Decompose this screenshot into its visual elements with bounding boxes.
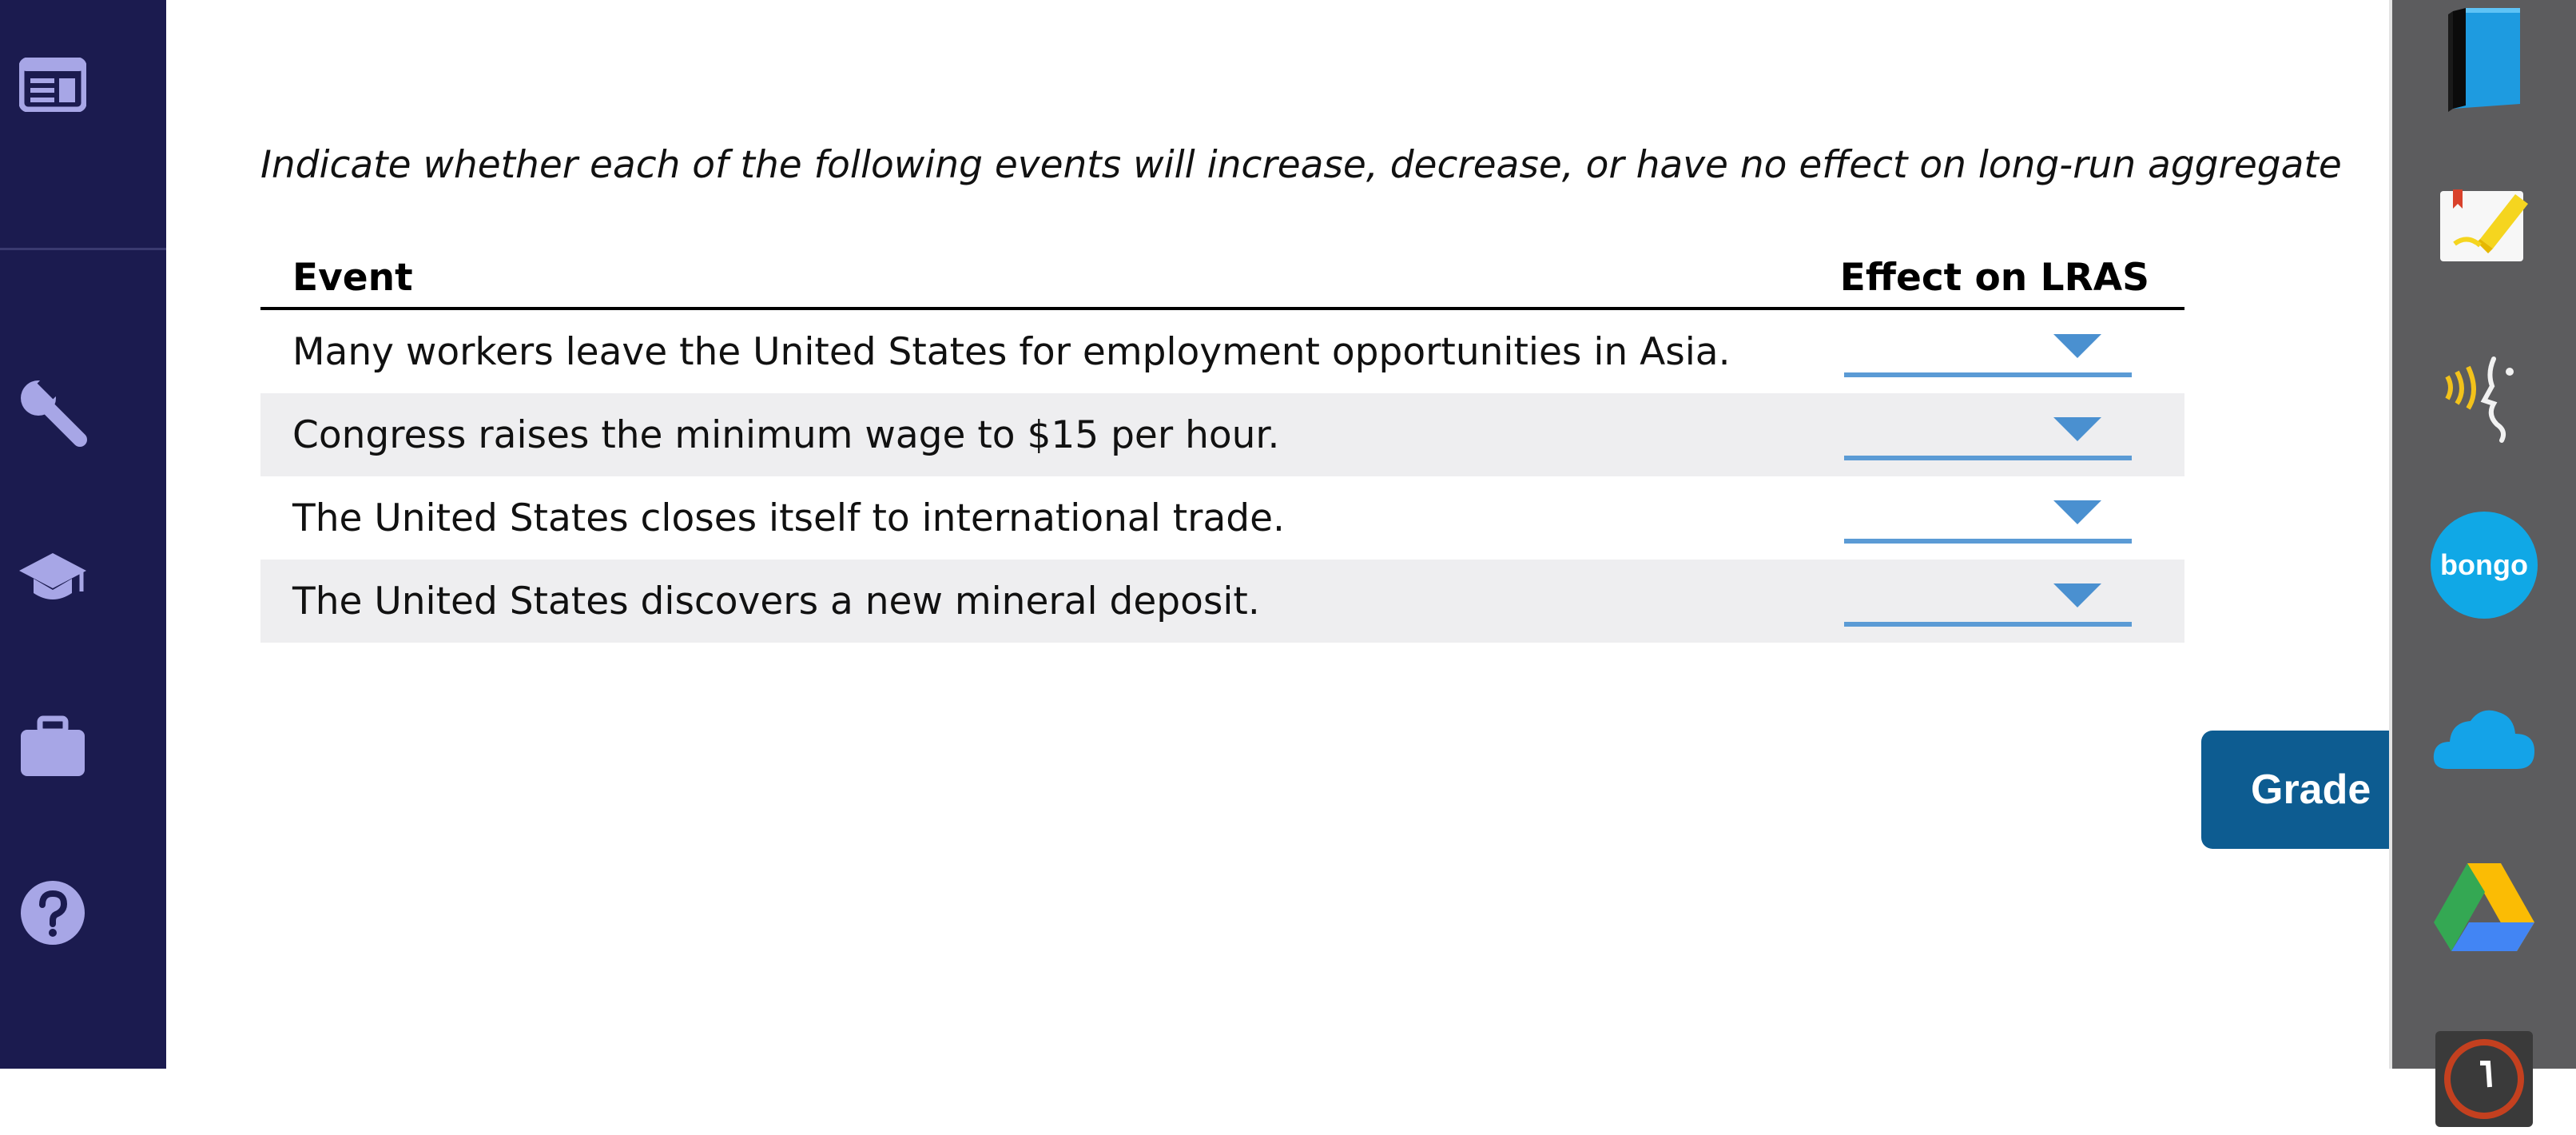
effect-column-header: Effect on LRAS	[1796, 248, 2184, 310]
nav-divider	[0, 248, 166, 250]
caret-down-icon	[2053, 334, 2101, 358]
google-drive-app[interactable]	[2424, 847, 2544, 967]
event-text: Many workers leave the United States for…	[292, 329, 1731, 374]
graduation-cap-icon	[19, 553, 86, 599]
table-row: The United States discovers a new minera…	[260, 560, 2184, 643]
read-aloud-app[interactable]	[2424, 339, 2544, 459]
partial-app-icon	[2435, 1031, 2533, 1127]
briefcase-icon	[21, 715, 85, 776]
event-text: The United States closes itself to inter…	[292, 496, 1285, 540]
book-app[interactable]	[2424, 0, 2544, 120]
effect-dropdown[interactable]	[1844, 492, 2132, 544]
caret-down-icon	[2053, 417, 2101, 441]
left-navigation-rail	[0, 0, 166, 1069]
table-row: Congress raises the minimum wage to $15 …	[260, 393, 2184, 476]
onedrive-app[interactable]	[2424, 676, 2544, 796]
news-icon	[19, 58, 86, 112]
learning-button[interactable]	[14, 540, 91, 617]
effect-cell	[1796, 309, 2184, 393]
bongo-app[interactable]: bongo	[2424, 505, 2544, 625]
partial-app[interactable]	[2424, 1015, 2544, 1135]
event-column-header: Event	[260, 248, 1796, 310]
wrench-icon	[21, 377, 87, 447]
bongo-label: bongo	[2440, 548, 2528, 581]
effect-dropdown[interactable]	[1844, 326, 2132, 377]
onedrive-cloud-icon	[2433, 710, 2534, 769]
app-dock: bongo	[2389, 0, 2576, 1127]
effect-cell	[1796, 560, 2184, 643]
tools-button[interactable]	[14, 374, 91, 451]
event-text: The United States discovers a new minera…	[260, 560, 1796, 643]
caret-down-icon	[2053, 500, 2101, 524]
google-drive-icon	[2434, 863, 2534, 951]
help-button[interactable]	[14, 874, 91, 951]
table-row: The United States closes itself to inter…	[260, 476, 2184, 560]
highlighter-app-icon	[2440, 189, 2528, 261]
highlighter-app[interactable]	[2424, 165, 2544, 285]
effect-cell	[1796, 393, 2184, 476]
effect-cell	[1796, 476, 2184, 560]
book-app-icon	[2448, 8, 2520, 112]
grade-button[interactable]: Grade	[2201, 731, 2389, 849]
question-content: Indicate whether each of the following e…	[166, 0, 2389, 1069]
event-text: Congress raises the minimum wage to $15 …	[260, 393, 1796, 476]
bongo-app-icon: bongo	[2431, 512, 2538, 619]
events-table: Event Effect on LRAS Many workers leave …	[260, 248, 2184, 643]
effect-dropdown[interactable]	[1844, 409, 2132, 460]
portfolio-button[interactable]	[14, 708, 91, 785]
effect-dropdown[interactable]	[1844, 575, 2132, 627]
caret-down-icon	[2053, 583, 2101, 607]
table-header-row: Event Effect on LRAS	[260, 248, 2184, 310]
question-instructions: Indicate whether each of the following e…	[260, 143, 2342, 187]
table-row: Many workers leave the United States for…	[260, 309, 2184, 393]
read-aloud-app-icon	[2445, 356, 2514, 443]
help-icon	[21, 881, 85, 945]
news-button[interactable]	[14, 46, 91, 123]
